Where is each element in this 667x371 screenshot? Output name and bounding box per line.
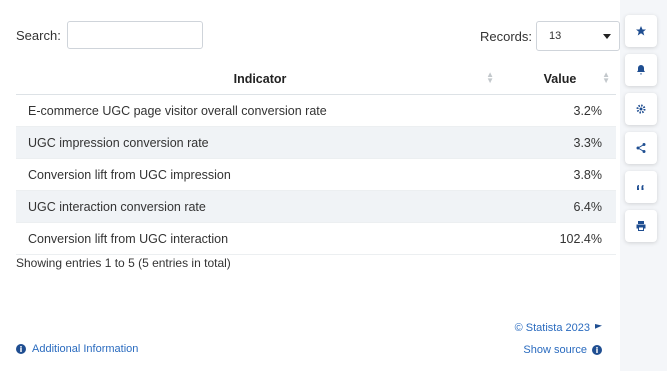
statistic-card: Search: Records: 13 Indicator ▲ ▼ Value ▲… (0, 0, 621, 371)
entries-summary: Showing entries 1 to 5 (5 entries in tot… (16, 256, 231, 270)
share-icon (636, 143, 646, 153)
data-table: Indicator ▲ ▼ Value ▲ ▼ E-commerce UGC pag… (16, 64, 616, 255)
info-icon: i (16, 344, 26, 354)
column-header-indicator-label: Indicator (233, 72, 287, 86)
table-row: UGC interaction conversion rate 6.4% (16, 190, 616, 223)
table-row: Conversion lift from UGC interaction 102… (16, 222, 616, 255)
gear-icon (636, 104, 646, 114)
cite-button[interactable] (625, 171, 657, 203)
value-cell: 3.8% (504, 158, 616, 191)
copyright-text: © Statista 2023 (514, 322, 590, 334)
bell-icon (637, 65, 645, 75)
sort-icon: ▲ ▼ (486, 70, 494, 85)
print-icon (636, 221, 646, 231)
table-row: E-commerce UGC page visitor overall conv… (16, 94, 616, 127)
flag-icon (595, 324, 602, 329)
quote-icon (637, 185, 644, 190)
search-area: Search: (16, 21, 203, 49)
copyright-link[interactable]: © Statista 2023 (515, 322, 602, 334)
table-row: UGC impression conversion rate 3.3% (16, 126, 616, 159)
show-source-label: Show source (523, 344, 587, 356)
indicator-cell: E-commerce UGC page visitor overall conv… (16, 94, 504, 127)
chevron-down-icon (603, 33, 612, 39)
sort-icon: ▲ ▼ (602, 70, 610, 85)
value-cell: 3.2% (504, 94, 616, 127)
records-area: Records: 13 (480, 21, 621, 51)
additional-information-label: Additional Information (32, 343, 139, 355)
records-value: 13 (549, 30, 562, 42)
action-sidebar (625, 15, 657, 249)
favorite-button[interactable] (625, 15, 657, 47)
indicator-cell: UGC impression conversion rate (16, 126, 504, 159)
additional-information-link[interactable]: i Additional Information (16, 343, 138, 355)
records-select[interactable]: 13 (536, 21, 621, 51)
indicator-cell: Conversion lift from UGC impression (16, 158, 504, 191)
column-header-indicator[interactable]: Indicator ▲ ▼ (16, 64, 504, 95)
value-cell: 3.3% (504, 126, 616, 159)
value-cell: 102.4% (504, 222, 616, 255)
indicator-cell: UGC interaction conversion rate (16, 190, 504, 223)
star-icon (636, 26, 646, 36)
show-source-link[interactable]: Show source i (523, 344, 602, 356)
notification-button[interactable] (625, 54, 657, 86)
column-header-value[interactable]: Value ▲ ▼ (504, 64, 616, 95)
value-cell: 6.4% (504, 190, 616, 223)
info-icon: i (592, 345, 602, 355)
table-row: Conversion lift from UGC impression 3.8% (16, 158, 616, 191)
print-button[interactable] (625, 210, 657, 242)
settings-button[interactable] (625, 93, 657, 125)
column-header-value-label: Value (543, 72, 577, 86)
search-input[interactable] (66, 21, 203, 49)
search-label: Search: (16, 27, 61, 43)
share-button[interactable] (625, 132, 657, 164)
indicator-cell: Conversion lift from UGC interaction (16, 222, 504, 255)
records-label: Records: (480, 28, 533, 44)
